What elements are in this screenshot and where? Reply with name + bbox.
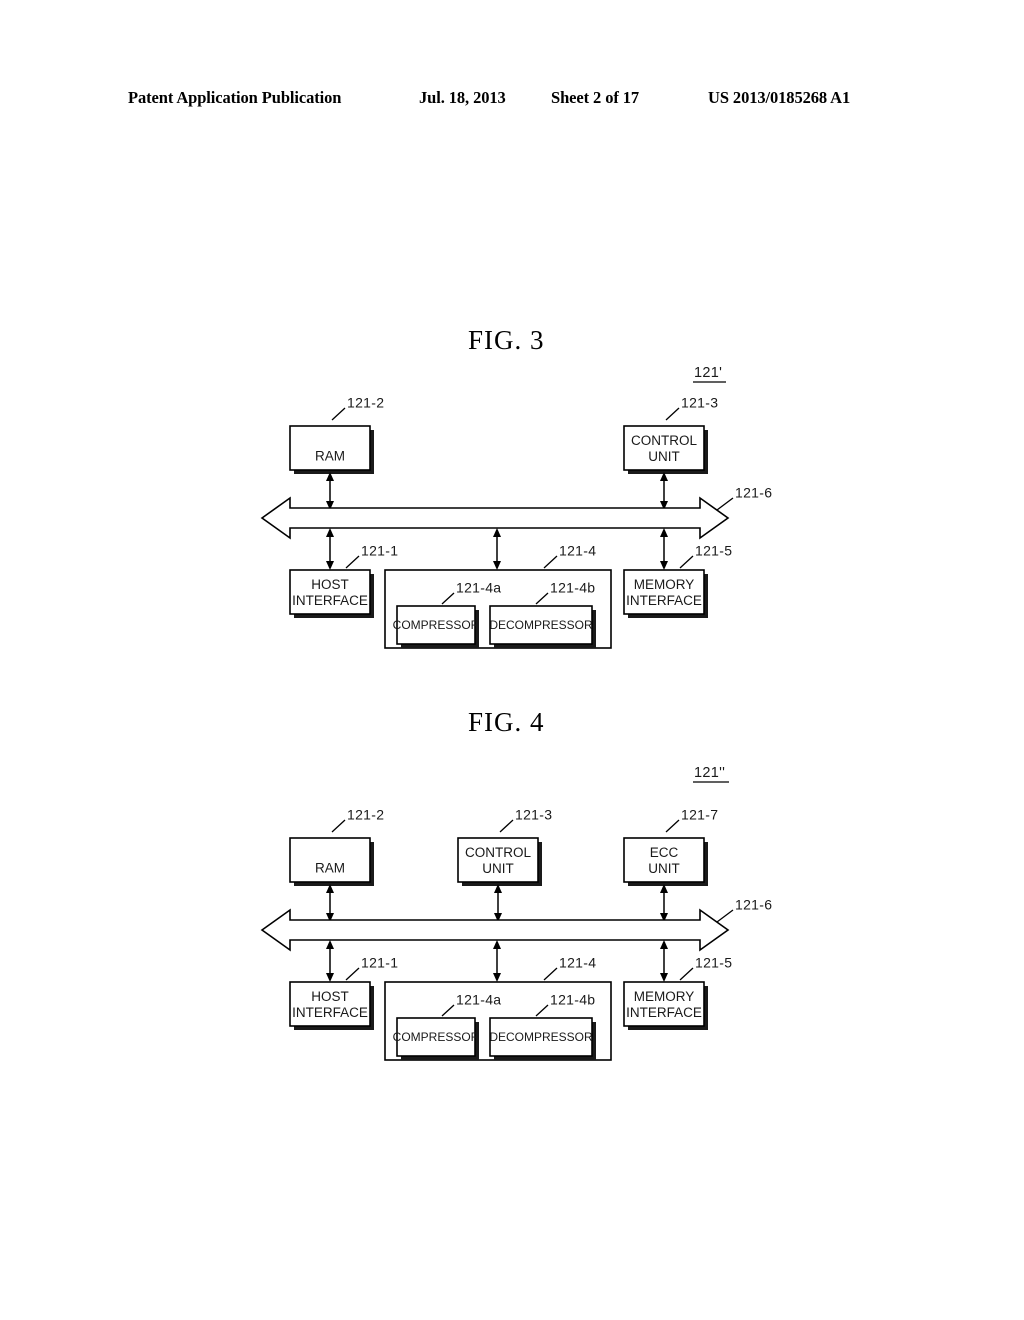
bus-connector-codec	[493, 528, 501, 570]
block-decompressor-ref: 121-4b	[550, 992, 595, 1008]
figure-3-assembly-ref: 121'	[693, 365, 726, 383]
block-memory-interface: MEMORY INTERFACE 121-5	[623, 955, 732, 1030]
block-control-unit: CONTROL UNIT 121-3	[457, 807, 552, 886]
block-control-unit-ref: 121-3	[681, 395, 718, 411]
block-host-interface: HOST INTERFACE 121-1	[289, 543, 398, 618]
block-codec-container: 121-4 COMPRESSOR 121-4a DECOMPRESSOR 121…	[384, 543, 612, 649]
system-bus: 121-6	[260, 485, 772, 540]
block-decompressor-label: DECOMPRESSOR	[489, 618, 593, 632]
system-bus-ref: 121-6	[735, 897, 772, 913]
system-bus-ref: 121-6	[735, 485, 772, 501]
bus-connector-control-unit	[660, 472, 668, 510]
assembly-ref-label: 121''	[694, 765, 725, 781]
header-date: Jul. 18, 2013	[419, 88, 506, 107]
block-ecc-unit: ECC UNIT 121-7	[623, 807, 718, 886]
bus-connector-ecc-unit	[660, 884, 668, 922]
block-memory-interface-label-line1: MEMORY INTERFACE	[626, 989, 702, 1020]
assembly-ref-label: 121'	[694, 365, 722, 381]
block-decompressor-label: DECOMPRESSOR	[489, 1030, 593, 1044]
block-compressor-label: COMPRESSOR	[393, 1030, 480, 1044]
block-memory-interface-ref: 121-5	[695, 543, 732, 559]
figure-4-diagram: 121'' RAM 121-2 CONTROL UNIT 121-3 ECC U…	[0, 745, 1024, 1085]
block-compressor-label: COMPRESSOR	[393, 618, 480, 632]
block-host-interface-ref: 121-1	[361, 543, 398, 559]
block-ecc-unit-label-line1: ECC UNIT	[648, 845, 680, 876]
bus-connector-host-interface	[326, 940, 334, 982]
block-codec-container-ref: 121-4	[559, 543, 596, 559]
block-control-unit: CONTROL UNIT 121-3	[623, 395, 718, 474]
bus-connector-memory-interface	[660, 528, 668, 570]
block-host-interface: HOST INTERFACE 121-1	[289, 955, 398, 1030]
block-ram-label: RAM	[315, 449, 345, 464]
block-ecc-unit-ref: 121-7	[681, 807, 718, 823]
block-memory-interface: MEMORY INTERFACE 121-5	[623, 543, 732, 618]
bus-connector-host-interface	[326, 528, 334, 570]
block-memory-interface-ref: 121-5	[695, 955, 732, 971]
block-codec-container: 121-4 COMPRESSOR 121-4a DECOMPRESSOR 121…	[384, 955, 612, 1061]
block-memory-interface-label-line1: MEMORY INTERFACE	[626, 577, 702, 608]
block-ram-ref: 121-2	[347, 395, 384, 411]
header-publication: Patent Application Publication	[128, 88, 342, 107]
figure-3-title: FIG. 3	[468, 325, 545, 355]
page-header: Patent Application Publication Jul. 18, …	[0, 88, 1024, 114]
bus-connector-control-unit	[494, 884, 502, 922]
header-sheet-number: Sheet 2 of 17	[551, 88, 640, 107]
block-host-interface-ref: 121-1	[361, 955, 398, 971]
block-control-unit-ref: 121-3	[515, 807, 552, 823]
figure-4-title: FIG. 4	[468, 707, 545, 737]
bus-connector-ram	[326, 472, 334, 510]
block-codec-container-ref: 121-4	[559, 955, 596, 971]
system-bus: 121-6	[260, 897, 772, 952]
header-patent-number: US 2013/0185268 A1	[708, 88, 851, 107]
block-compressor-ref: 121-4a	[456, 992, 501, 1008]
bus-connector-codec	[493, 940, 501, 982]
block-decompressor-ref: 121-4b	[550, 580, 595, 596]
block-ram: RAM 121-2	[289, 395, 384, 474]
block-ram: RAM 121-2	[289, 807, 384, 886]
figure-4-assembly-ref: 121''	[693, 765, 729, 783]
block-compressor-ref: 121-4a	[456, 580, 501, 596]
bus-connector-memory-interface	[660, 940, 668, 982]
block-ram-label: RAM	[315, 861, 345, 876]
figure-3-diagram: 121' RAM 121-2 CONTROL UNIT 121-3 121-6 …	[0, 358, 1024, 668]
patent-drawing-page: Patent Application Publication Jul. 18, …	[0, 0, 1024, 1320]
bus-connector-ram	[326, 884, 334, 922]
block-ram-ref: 121-2	[347, 807, 384, 823]
